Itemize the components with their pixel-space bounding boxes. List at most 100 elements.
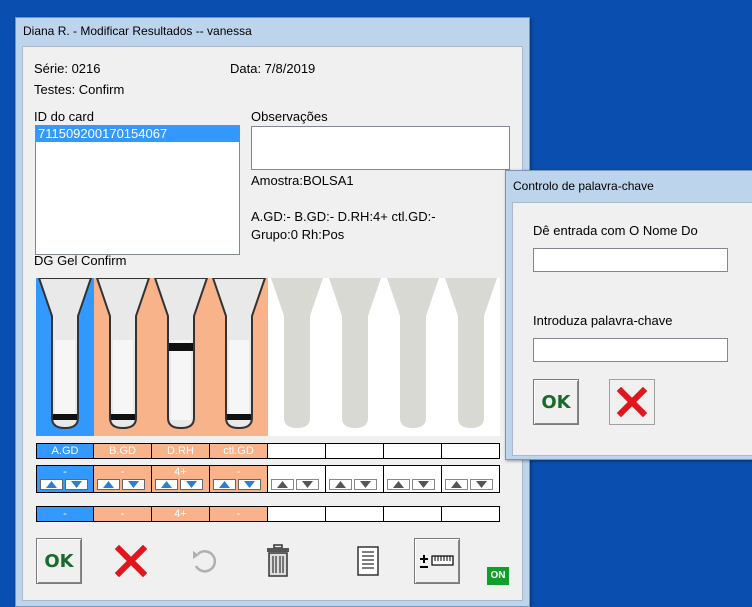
triangle-up-icon [46, 481, 57, 488]
column-label-5 [268, 443, 326, 459]
testes-label: Testes: Confirm [34, 82, 125, 97]
gel-tube-6 [326, 278, 384, 436]
name-prompt-label: Dê entrada com O Nome Do [533, 223, 698, 238]
triangle-up-icon [335, 481, 346, 488]
column-result-5 [268, 506, 326, 522]
column-label-1: A.GD [36, 443, 94, 459]
gel-card-label: DG Gel Confirm [34, 253, 127, 268]
column-label-row: A.GD B.GD D.RH ctl.GD [36, 443, 500, 459]
column-7-up-button[interactable] [387, 479, 410, 490]
column-label-8 [442, 443, 500, 459]
column-result-2: - [94, 506, 152, 522]
column-label-7 [384, 443, 442, 459]
gel-card-tubes [36, 278, 501, 436]
column-result-4: - [210, 506, 268, 522]
column-reading-4: - [236, 466, 241, 478]
column-control-8 [442, 465, 500, 493]
undo-icon [193, 550, 217, 573]
observacoes-field[interactable] [251, 126, 510, 170]
column-reading-3: 4+ [174, 466, 187, 478]
triangle-down-icon [186, 481, 197, 488]
password-dialog-title: Controlo de palavra-chave [513, 179, 654, 193]
ok-button-label: OK [44, 550, 74, 572]
card-id-label: ID do card [34, 109, 94, 124]
column-result-row: - -4+ - [36, 506, 500, 522]
main-window: Diana R. - Modificar Resultados -- vanes… [15, 17, 530, 607]
dialog-ok-button-label: OK [541, 391, 571, 413]
ok-button[interactable]: OK [36, 538, 82, 584]
delete-button[interactable] [255, 538, 301, 584]
column-label-2: B.GD [94, 443, 152, 459]
column-4-up-button[interactable] [213, 479, 236, 490]
gel-tube-7 [384, 278, 442, 436]
column-2-up-button[interactable] [97, 479, 120, 490]
gel-tube-4 [210, 278, 268, 436]
data-label: Data: 7/8/2019 [230, 61, 316, 76]
card-id-item[interactable]: 711509200170154067 [36, 126, 239, 142]
cancel-button[interactable] [108, 538, 154, 584]
document-icon [357, 546, 379, 576]
triangle-up-icon [393, 481, 404, 488]
triangle-down-icon [71, 481, 82, 488]
gel-tube-8 [442, 278, 500, 436]
column-result-7 [384, 506, 442, 522]
column-6-down-button[interactable] [354, 479, 377, 490]
column-8-up-button[interactable] [445, 479, 468, 490]
column-3-down-button[interactable] [180, 479, 203, 490]
main-window-title: Diana R. - Modificar Resultados -- vanes… [23, 24, 252, 38]
column-1-up-button[interactable] [40, 479, 63, 490]
column-4-down-button[interactable] [238, 479, 261, 490]
column-control-1: - [36, 465, 94, 493]
triangle-down-icon [418, 481, 429, 488]
column-8-down-button[interactable] [470, 479, 493, 490]
column-control-5 [268, 465, 326, 493]
on-status-badge: ON [487, 567, 509, 585]
triangle-down-icon [244, 481, 255, 488]
column-2-down-button[interactable] [122, 479, 145, 490]
password-prompt-label: Introduza palavra-chave [533, 313, 673, 328]
results-line-2: Grupo:0 Rh:Pos [251, 227, 345, 242]
column-7-down-button[interactable] [412, 479, 435, 490]
column-result-8 [442, 506, 500, 522]
column-label-4: ctl.GD [210, 443, 268, 459]
password-input[interactable] [533, 338, 728, 362]
column-control-2: - [94, 465, 152, 493]
dialog-cancel-button[interactable] [609, 379, 655, 425]
column-1-down-button[interactable] [65, 479, 88, 490]
column-control-7 [384, 465, 442, 493]
triangle-up-icon [277, 481, 288, 488]
column-reading-2: - [120, 466, 125, 478]
dialog-ok-button[interactable]: OK [533, 379, 579, 425]
card-id-list[interactable]: 711509200170154067 [35, 125, 240, 255]
serie-label: Série: 0216 [34, 61, 101, 76]
password-dialog: Controlo de palavra-chave Dê entrada com… [505, 170, 752, 460]
triangle-up-icon [451, 481, 462, 488]
column-result-3: 4+ [152, 506, 210, 522]
column-result-6 [326, 506, 384, 522]
column-5-up-button[interactable] [271, 479, 294, 490]
trash-icon [267, 544, 289, 577]
triangle-up-icon [161, 481, 172, 488]
column-3-up-button[interactable] [155, 479, 178, 490]
plus-minus-ruler-icon [420, 555, 454, 568]
column-reading-1: - [63, 466, 67, 478]
cancel-icon [616, 386, 648, 418]
undo-button[interactable] [181, 538, 227, 584]
gel-tube-1 [36, 278, 94, 436]
observacoes-label: Observações [251, 109, 328, 124]
column-label-6 [326, 443, 384, 459]
column-result-1: - [36, 506, 94, 522]
cancel-icon [114, 544, 148, 578]
name-input[interactable] [533, 248, 728, 272]
adjust-reading-button[interactable] [414, 538, 460, 584]
column-5-down-button[interactable] [296, 479, 319, 490]
report-button[interactable] [345, 538, 391, 584]
column-label-3: D.RH [152, 443, 210, 459]
column-6-up-button[interactable] [329, 479, 352, 490]
column-control-row: - - 4+ - [36, 465, 500, 493]
triangle-down-icon [302, 481, 313, 488]
gel-tube-2 [94, 278, 152, 436]
password-dialog-client: Dê entrada com O Nome Do Introduza palav… [512, 202, 752, 456]
triangle-up-icon [219, 481, 230, 488]
triangle-down-icon [476, 481, 487, 488]
